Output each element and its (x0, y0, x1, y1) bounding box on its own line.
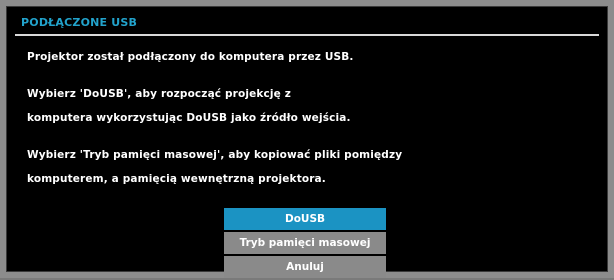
usb-connected-dialog: PODŁĄCZONE USB Projektor został podłączo… (6, 6, 608, 278)
dousb-option[interactable]: DoUSB (224, 208, 386, 230)
dialog-title: PODŁĄCZONE USB (21, 16, 138, 29)
mass-storage-mode-option[interactable]: Tryb pamięci masowej (224, 232, 386, 254)
message-line-dousb-2: komputera wykorzystując DoUSB jako źródł… (27, 112, 351, 124)
message-line-connected: Projektor został podłączony do komputera… (27, 51, 354, 63)
message-line-mass-storage-2: komputerem, a pamięcią wewnętrzną projek… (27, 173, 326, 185)
title-divider (15, 34, 599, 36)
cancel-option[interactable]: Anuluj (224, 256, 386, 278)
screen-frame: PODŁĄCZONE USB Projektor został podłączo… (0, 0, 614, 278)
message-line-mass-storage-1: Wybierz 'Tryb pamięci masowej', aby kopi… (27, 149, 403, 161)
message-line-dousb-1: Wybierz 'DoUSB', aby rozpocząć projekcję… (27, 88, 291, 100)
option-menu: DoUSB Tryb pamięci masowej Anuluj (224, 208, 386, 280)
